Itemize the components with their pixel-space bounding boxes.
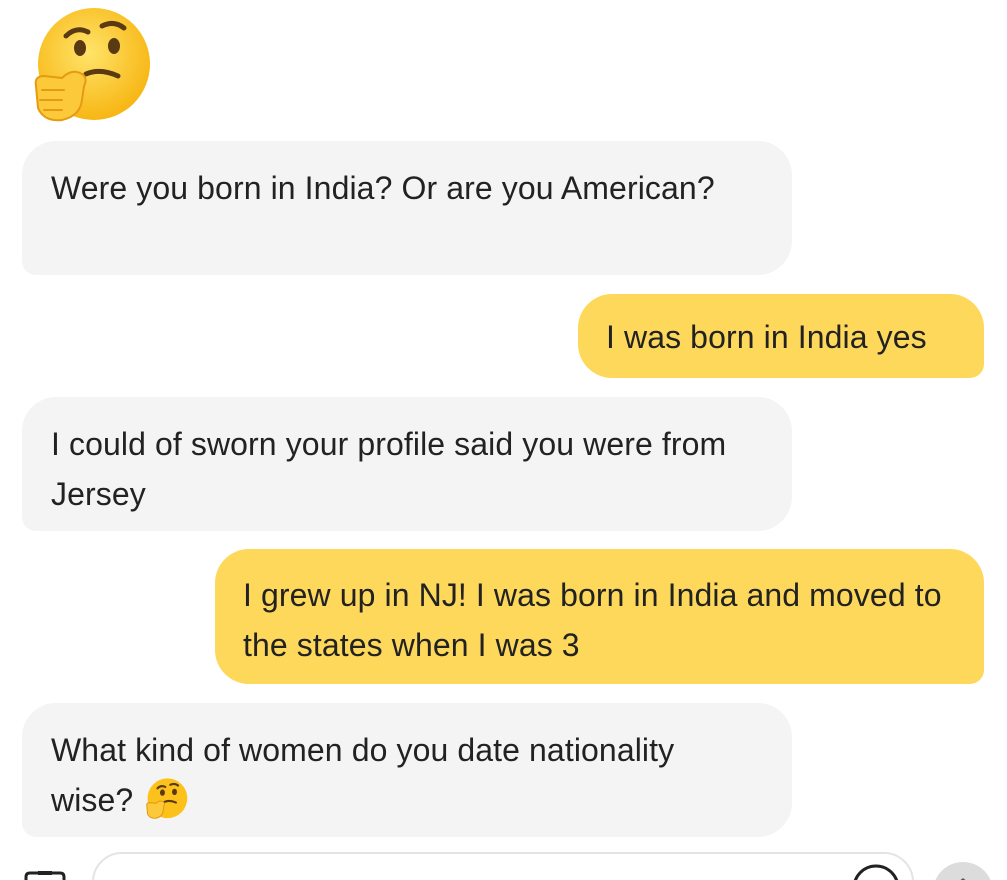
outgoing-message[interactable]: I grew up in NJ! I was born in India and… <box>215 549 984 684</box>
outgoing-message[interactable]: I was born in India yes <box>578 294 984 378</box>
message-input[interactable] <box>92 852 914 880</box>
incoming-message[interactable]: Were you born in India? Or are you Ameri… <box>22 141 792 275</box>
message-text: I could of sworn your profile said you w… <box>51 426 727 512</box>
smiley-icon[interactable] <box>851 863 901 880</box>
message-text: I grew up in NJ! I was born in India and… <box>243 577 942 663</box>
send-icon <box>960 878 966 880</box>
message-text: Were you born in India? Or are you Ameri… <box>51 170 715 206</box>
incoming-message[interactable]: What kind of women do you date nationali… <box>22 703 792 837</box>
send-button[interactable] <box>933 862 993 880</box>
incoming-message[interactable]: I could of sworn your profile said you w… <box>22 397 792 531</box>
thinking-face-icon <box>146 778 188 819</box>
camera-icon[interactable] <box>22 871 68 880</box>
chat-thread: Were you born in India? Or are you Ameri… <box>0 0 1007 880</box>
message-text: I was born in India yes <box>606 319 927 355</box>
message-composer <box>0 846 1007 880</box>
thinking-face-icon <box>34 8 150 122</box>
